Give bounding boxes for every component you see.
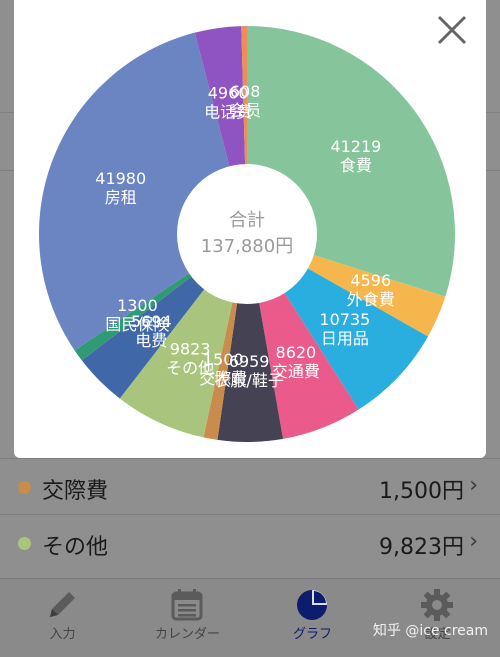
tab-input[interactable]: 入力 xyxy=(0,579,125,657)
watermark: 知乎 @ice cream xyxy=(372,623,488,639)
close-icon[interactable] xyxy=(434,12,470,48)
tab-label: 入力 xyxy=(49,627,76,642)
list-item-kosaihi[interactable]: 交際費 1,500円 › xyxy=(0,458,500,515)
tab-graph[interactable]: グラフ xyxy=(250,579,375,657)
chevron-right-icon: › xyxy=(469,529,478,554)
gear-icon xyxy=(421,589,453,621)
tab-label: カレンダー xyxy=(154,627,220,642)
slice-value-label: 41219 xyxy=(330,137,381,156)
tab-calendar[interactable]: カレンダー xyxy=(125,579,250,657)
category-amount: 9,823円 xyxy=(379,535,464,560)
slice-value-label: 608 xyxy=(230,82,261,101)
slice-name-label: 日用品 xyxy=(321,329,369,348)
tab-settings[interactable]: 設定 xyxy=(375,579,500,657)
category-amount: 1,500円 xyxy=(379,479,464,504)
slice-name-label: 食費 xyxy=(340,156,372,175)
list-item-sonota[interactable]: その他 9,823円 › xyxy=(0,514,500,571)
chart-modal: 合計 137,880円 41219 食費 4596 外食費 10735 日用品 8620 交通… xyxy=(14,0,486,458)
pie-chart: 合計 137,880円 41219食費4596外食費10735日用品8620交通… xyxy=(38,26,456,443)
category-color-dot xyxy=(18,537,31,550)
slice-name-label: 房租 xyxy=(105,188,137,207)
slice-value-label: 41980 xyxy=(95,169,146,188)
donut-hole xyxy=(177,164,317,304)
category-color-dot xyxy=(18,481,31,494)
pie-chart-icon xyxy=(297,590,327,620)
calendar-icon xyxy=(171,589,203,621)
total-value: 137,880円 xyxy=(201,236,293,257)
slice-name-label: 国民保険 xyxy=(105,315,169,334)
category-label: その他 xyxy=(42,535,109,560)
slice-value-label: 9823 xyxy=(170,339,211,358)
chevron-right-icon: › xyxy=(469,473,478,498)
tab-bar: 入力 カレンダー グラフ 設定 xyxy=(0,578,500,657)
slice-value-label: 8620 xyxy=(276,343,317,362)
category-label: 交際費 xyxy=(42,479,109,504)
slice-value-label: 10735 xyxy=(319,310,370,329)
slice-value-label: 4596 xyxy=(350,271,391,290)
slice-name-label: その他 xyxy=(166,358,214,377)
slice-name-label: 会员 xyxy=(229,101,261,120)
tab-label: グラフ xyxy=(292,627,332,642)
slice-name-label: 外食費 xyxy=(347,290,395,309)
pencil-icon xyxy=(50,592,75,617)
total-label: 合計 xyxy=(229,210,265,231)
slice-value-label: 1300 xyxy=(117,296,158,315)
slice-name-label: 电费 xyxy=(135,331,167,350)
